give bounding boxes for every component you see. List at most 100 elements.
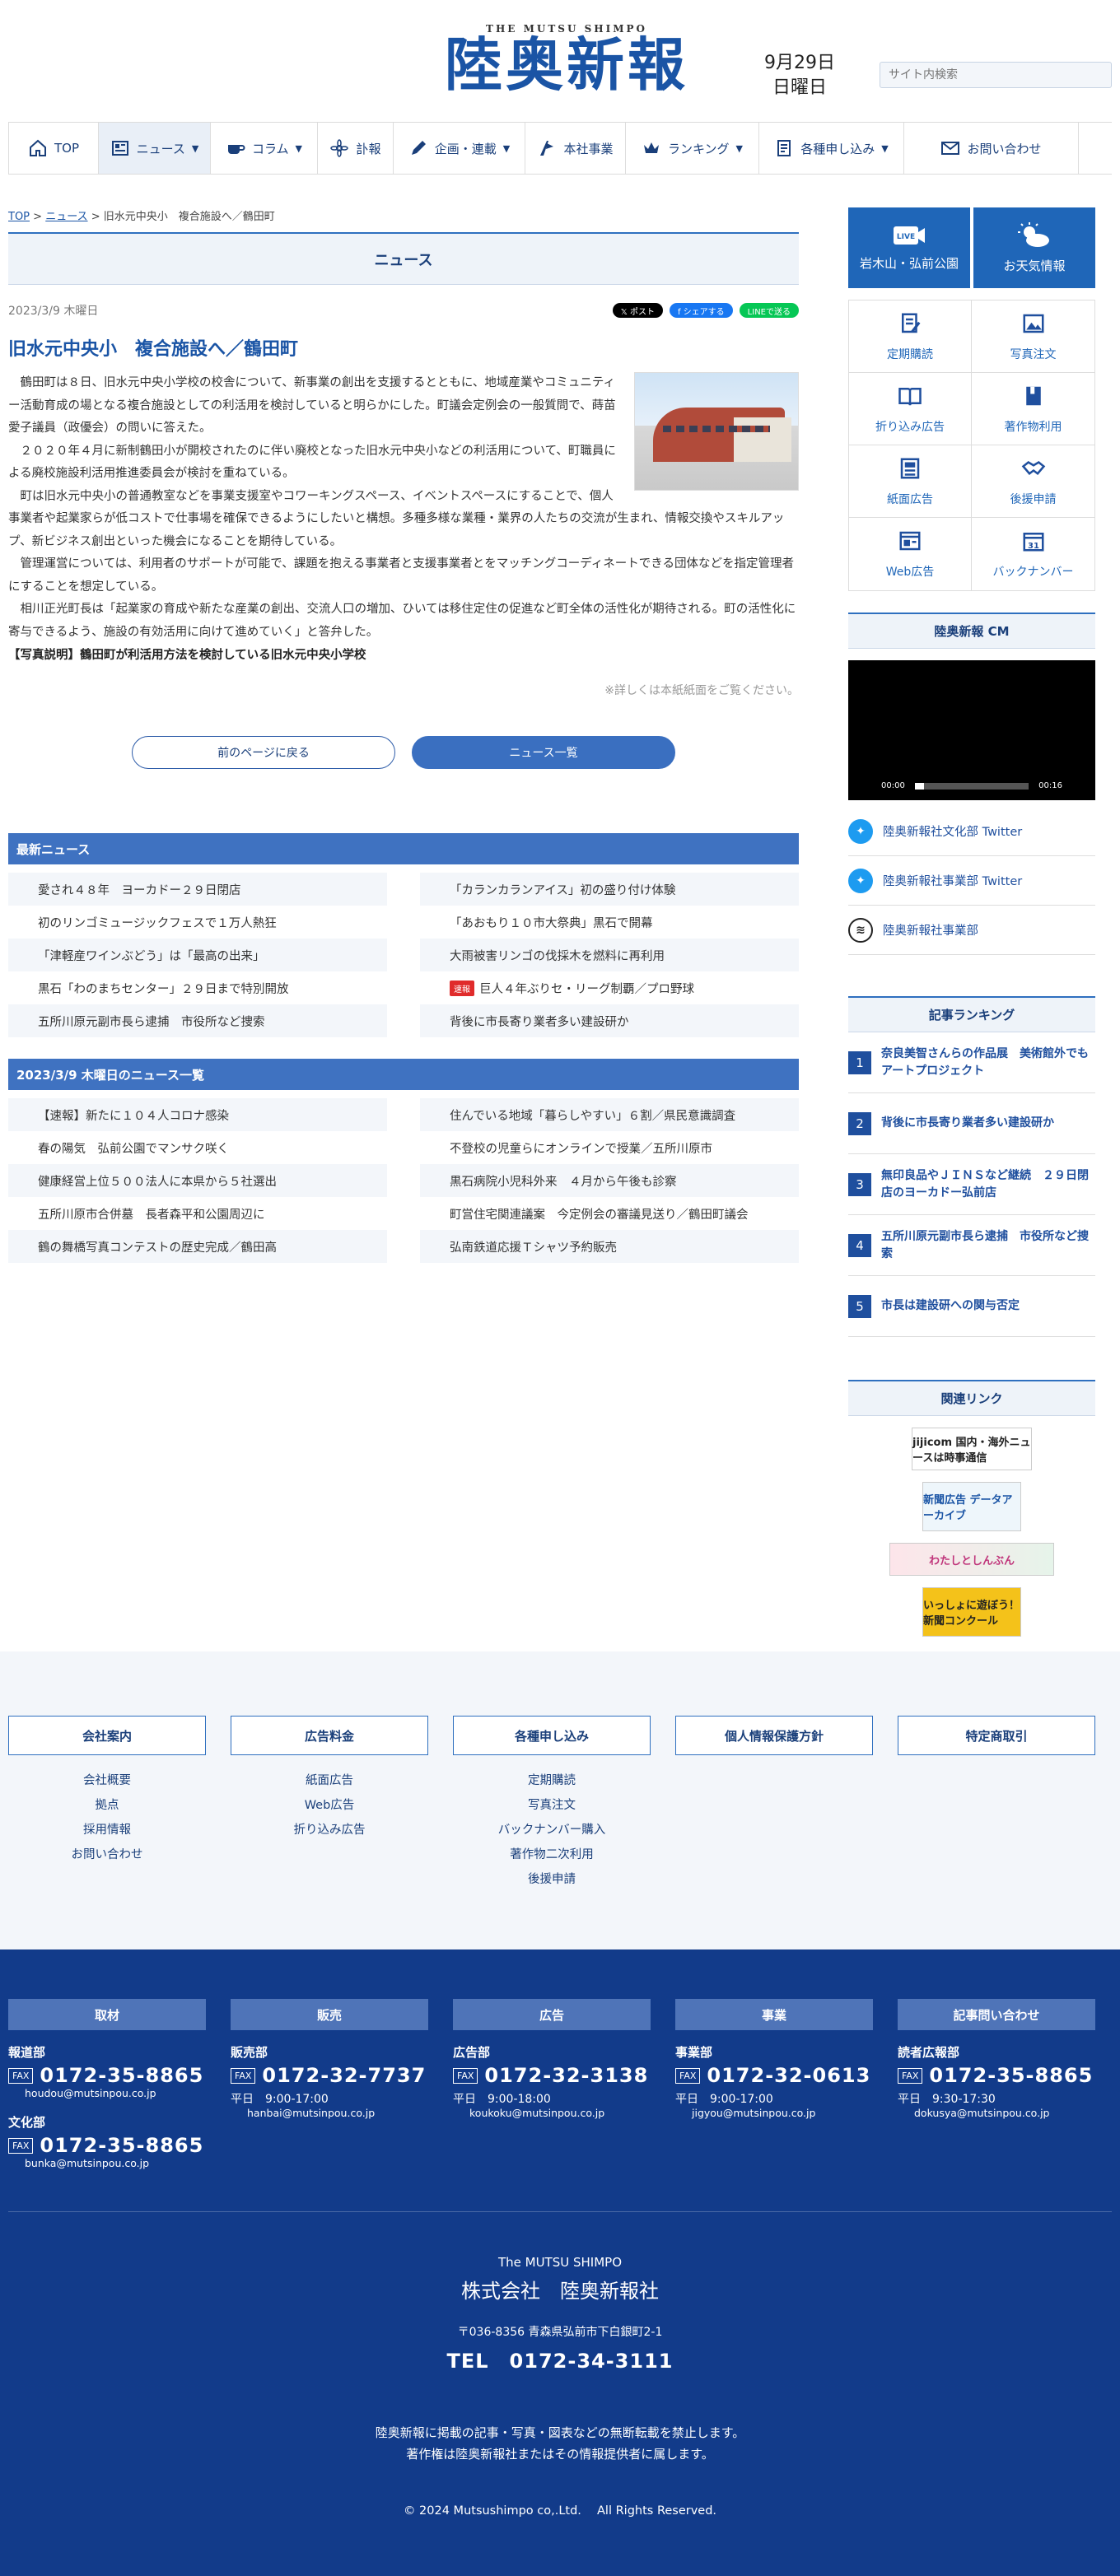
ad-archive-banner[interactable]: 新聞広告 データアーカイブ <box>922 1482 1021 1531</box>
day-news-item[interactable]: 黒石病院小児科外来 ４月から午後も診察 <box>420 1164 799 1198</box>
nav-item-1[interactable]: TOP <box>8 123 99 174</box>
breadcrumb-sep: > <box>33 211 43 223</box>
day-news-item[interactable]: 五所川原市合併墓 長者森平和公園周辺に <box>8 1197 387 1230</box>
social-link[interactable]: ✦ 陸奥新報社文化部 Twitter <box>848 807 1095 856</box>
service-web-ad[interactable]: Web広告 <box>849 518 972 590</box>
nav-label: お問い合わせ <box>967 141 1042 156</box>
footer-link[interactable]: 定期購読 <box>453 1768 651 1793</box>
footer-link[interactable]: 会社概要 <box>8 1768 206 1793</box>
footer-link[interactable]: 採用情報 <box>8 1818 206 1842</box>
newspaper-contest-banner[interactable]: いっしょに遊ぼう！新聞コンクール <box>922 1587 1021 1637</box>
ranking-item[interactable]: 3 無印良品やＪＩＮＳなど継続 ２９日閉店のヨーカドー弘前店 <box>848 1154 1095 1215</box>
footer-link[interactable]: 拠点 <box>8 1793 206 1818</box>
contact-email[interactable]: koukoku@mutsinpou.co.jp <box>453 2107 604 2119</box>
chevron-down-icon: ▼ <box>191 142 199 154</box>
service-calendar[interactable]: 31 バックナンバー <box>972 518 1094 590</box>
footer-column-heading[interactable]: 会社案内 <box>8 1716 206 1755</box>
footer-link[interactable]: 著作物二次利用 <box>453 1842 651 1867</box>
cm-video-player[interactable]: 00:00 00:16 <box>848 660 1095 800</box>
site-logo[interactable]: THE MUTSU SHIMPO 陸奥新報 <box>402 23 731 95</box>
service-photo[interactable]: 写真注文 <box>972 300 1094 373</box>
ranking-item[interactable]: 4 五所川原元副市長ら逮捕 市役所など捜索 <box>848 1215 1095 1276</box>
service-handshake[interactable]: 後援申請 <box>972 445 1094 518</box>
nav-item-2[interactable]: ニュース ▼ <box>99 123 211 174</box>
latest-news-item[interactable]: 黒石「わのまちセンター」２９日まで特別開放 <box>8 971 387 1004</box>
footer-column-heading[interactable]: 個人情報保護方針 <box>675 1716 873 1755</box>
back-button[interactable]: 前のページに戻る <box>132 736 395 770</box>
footer-column-heading[interactable]: 特定商取引 <box>898 1716 1095 1755</box>
live-camera-button[interactable]: LIVE 岩木山・弘前公園 <box>848 207 970 288</box>
footer-link[interactable]: 紙面広告 <box>231 1768 428 1793</box>
latest-news-item[interactable]: 大雨被害リンゴの伐採木を燃料に再利用 <box>420 939 799 972</box>
jijicom-banner[interactable]: jijicom 国内・海外ニュースは時事通信 <box>912 1428 1032 1470</box>
day-news-list: 【速報】新たに１０４人コロナ感染 住んでいる地域「暮らしやすい」６割／県民意識調査… <box>8 1098 799 1264</box>
service-subscribe[interactable]: 定期購読 <box>849 300 972 373</box>
nav-item-5[interactable]: 企画・連載 ▼ <box>394 123 525 174</box>
latest-news-item[interactable]: 「カランカランアイス」初の盛り付け体験 <box>420 873 799 906</box>
day-news-item[interactable]: 鶴の舞橋写真コンテストの歴史完成／鶴田高 <box>8 1230 387 1264</box>
share-x-button[interactable]: 𝕏 ポスト <box>612 303 663 318</box>
day-news-item[interactable]: 住んでいる地域「暮らしやすい」６割／県民意識調査 <box>420 1098 799 1132</box>
social-link[interactable]: ✦ 陸奥新報社事業部 Twitter <box>848 856 1095 906</box>
service-paper-ad[interactable]: 紙面広告 <box>849 445 972 518</box>
fax-label: FAX <box>675 2067 701 2084</box>
footer-column-heading[interactable]: 広告料金 <box>231 1716 428 1755</box>
book-icon <box>1021 384 1046 412</box>
contact-email[interactable]: bunka@mutsinpou.co.jp <box>8 2157 149 2169</box>
footer-link[interactable]: Web広告 <box>231 1793 428 1818</box>
day-news-item[interactable]: 春の陽気 弘前公園でマンサク咲く <box>8 1131 387 1164</box>
news-list-button[interactable]: ニュース一覧 <box>412 736 675 770</box>
footer-link[interactable]: 写真注文 <box>453 1793 651 1818</box>
ranking-item[interactable]: 2 背後に市長寄り業者多い建設研か <box>848 1093 1095 1154</box>
nav-item-9[interactable]: お問い合わせ <box>904 123 1079 174</box>
site-search-input[interactable] <box>880 62 1112 88</box>
service-book[interactable]: 著作物利用 <box>972 373 1094 445</box>
nav-item-8[interactable]: 各種申し込み ▼ <box>759 123 904 174</box>
copyright: © 2024 Mutsushimpo co,.Ltd. All Rights R… <box>403 2504 717 2518</box>
ranking-item[interactable]: 1 奈良美智さんらの作品展 美術館外でもアートプロジェクト <box>848 1032 1095 1093</box>
fax-label: FAX <box>453 2067 478 2084</box>
contact-email[interactable]: houdou@mutsinpou.co.jp <box>8 2087 156 2099</box>
contact-email[interactable]: dokusya@mutsinpou.co.jp <box>898 2107 1050 2119</box>
footer-link[interactable]: お問い合わせ <box>8 1842 206 1867</box>
ranking-item[interactable]: 5 市長は建設研への関与否定 <box>848 1276 1095 1337</box>
latest-news-item[interactable]: 「津軽産ワインぶどう」は「最高の出来」 <box>8 939 387 972</box>
contact-email[interactable]: jigyou@mutsinpou.co.jp <box>675 2107 815 2119</box>
contact-email[interactable]: hanbai@mutsinpou.co.jp <box>231 2107 375 2119</box>
service-flyer[interactable]: 折り込み広告 <box>849 373 972 445</box>
latest-news-item[interactable]: 愛され４８年 ヨーカドー２９日閉店 <box>8 873 387 906</box>
day-news-item[interactable]: 町営住宅関連議案 今定例会の審議見送り／鶴田町議会 <box>420 1197 799 1230</box>
nav-item-3[interactable]: コラム ▼ <box>211 123 318 174</box>
social-link[interactable]: ≋ 陸奥新報社事業部 <box>848 906 1095 955</box>
breadcrumb-top[interactable]: TOP <box>8 211 30 223</box>
day-news-item[interactable]: 健康経営上位５００法人に本県から５社選出 <box>8 1164 387 1198</box>
latest-news-item[interactable]: 背後に市長寄り業者多い建設研か <box>420 1004 799 1038</box>
latest-news-item[interactable]: 五所川原元副市長ら逮捕 市役所など捜索 <box>8 1004 387 1038</box>
latest-news-item[interactable]: 「あおもり１０市大祭典」黒石で開幕 <box>420 906 799 939</box>
contact-heading: 取材 <box>8 1999 206 2030</box>
dept-name: 販売部 <box>231 2045 268 2060</box>
latest-news-item[interactable]: 速報 巨人４年ぶりセ・リーグ制覇／プロ野球 <box>420 971 799 1004</box>
weather-button[interactable]: お天気情報 <box>973 207 1095 288</box>
footer-link[interactable]: バックナンバー購入 <box>453 1818 651 1842</box>
video-time-end: 00:16 <box>1038 781 1062 790</box>
latest-news-item[interactable]: 初のリンゴミュージックフェスで１万人熱狂 <box>8 906 387 939</box>
day-news-item[interactable]: 【速報】新たに１０４人コロナ感染 <box>8 1098 387 1132</box>
footer-link[interactable]: 後援申請 <box>453 1867 651 1892</box>
nav-item-4[interactable]: 訃報 <box>318 123 394 174</box>
nav-item-7[interactable]: ランキング ▼ <box>626 123 759 174</box>
footer-column-heading[interactable]: 各種申し込み <box>453 1716 651 1755</box>
share-line-button[interactable]: LINEで送る <box>739 303 799 318</box>
share-facebook-button[interactable]: f シェアする <box>669 303 733 318</box>
nav-item-6[interactable]: 本社事業 <box>525 123 626 174</box>
service-label: Web広告 <box>885 566 935 579</box>
article-photo[interactable] <box>634 372 799 491</box>
breadcrumb-news[interactable]: ニュース <box>45 211 87 223</box>
video-seek-bar[interactable] <box>914 782 1029 790</box>
watashi-to-shinbun-banner[interactable]: わたしとしんぶん <box>889 1543 1054 1576</box>
day-news-item[interactable]: 不登校の児童らにオンラインで授業／五所川原市 <box>420 1131 799 1164</box>
dept-name: 広告部 <box>453 2045 491 2060</box>
day-news-item[interactable]: 弘南鉄道応援Ｔシャツ予約販売 <box>420 1230 799 1264</box>
footer-link[interactable]: 折り込み広告 <box>231 1818 428 1842</box>
article-paragraph: 相川正光町長は「起業家の育成や新たな産業の創出、交流人口の増加、ひいては移住定住… <box>8 603 796 640</box>
